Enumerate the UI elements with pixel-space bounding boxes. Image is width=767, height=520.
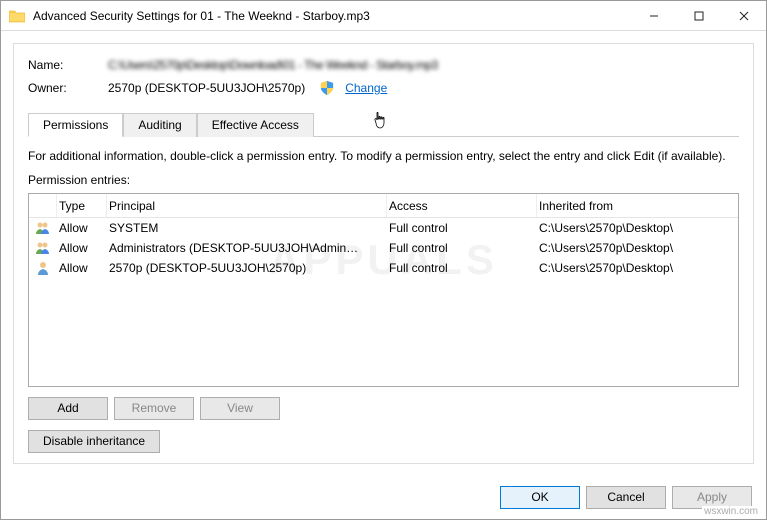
owner-row: Owner: 2570p (DESKTOP-5UU3JOH\2570p) Cha… (28, 80, 739, 96)
cell-access: Full control (387, 221, 537, 235)
disable-inheritance-button[interactable]: Disable inheritance (28, 430, 160, 453)
cell-access: Full control (387, 241, 537, 255)
cell-principal: Administrators (DESKTOP-5UU3JOH\Admin… (107, 241, 387, 255)
col-principal[interactable]: Principal (107, 194, 387, 217)
content-area: Name: C:\Users\2570p\Desktop\Download\01… (1, 31, 766, 476)
cell-type: Allow (57, 261, 107, 275)
folder-icon (9, 9, 25, 23)
ok-button[interactable]: OK (500, 486, 580, 509)
window-title: Advanced Security Settings for 01 - The … (33, 9, 631, 23)
cell-access: Full control (387, 261, 537, 275)
table-row[interactable]: Allow SYSTEM Full control C:\Users\2570p… (29, 218, 738, 238)
table-row[interactable]: Allow 2570p (DESKTOP-5UU3JOH\2570p) Full… (29, 258, 738, 278)
remove-button[interactable]: Remove (114, 397, 194, 420)
entries-header: Type Principal Access Inherited from (29, 194, 738, 218)
entry-buttons: Add Remove View (28, 397, 739, 420)
minimize-button[interactable] (631, 1, 676, 30)
add-button[interactable]: Add (28, 397, 108, 420)
tab-auditing[interactable]: Auditing (123, 113, 196, 137)
window-controls (631, 1, 766, 30)
col-inherited[interactable]: Inherited from (537, 194, 738, 217)
tab-permissions[interactable]: Permissions (28, 113, 123, 137)
cell-inherited: C:\Users\2570p\Desktop\ (537, 261, 738, 275)
view-button[interactable]: View (200, 397, 280, 420)
name-row: Name: C:\Users\2570p\Desktop\Download\01… (28, 58, 739, 72)
user-icon (29, 261, 57, 275)
owner-value: 2570p (DESKTOP-5UU3JOH\2570p) (108, 81, 305, 95)
cell-type: Allow (57, 241, 107, 255)
inner-panel: Name: C:\Users\2570p\Desktop\Download\01… (13, 43, 754, 464)
cell-principal: SYSTEM (107, 221, 387, 235)
cell-inherited: C:\Users\2570p\Desktop\ (537, 241, 738, 255)
owner-label: Owner: (28, 81, 108, 95)
name-value: C:\Users\2570p\Desktop\Download\01 - The… (108, 58, 438, 72)
permission-entries-list[interactable]: Type Principal Access Inherited from APP… (28, 193, 739, 387)
cell-type: Allow (57, 221, 107, 235)
security-settings-window: Advanced Security Settings for 01 - The … (0, 0, 767, 520)
tab-effective-access[interactable]: Effective Access (197, 113, 314, 137)
cell-principal: 2570p (DESKTOP-5UU3JOH\2570p) (107, 261, 387, 275)
col-type[interactable]: Type (57, 194, 107, 217)
maximize-button[interactable] (676, 1, 721, 30)
col-icon[interactable] (29, 194, 57, 217)
info-text: For additional information, double-click… (28, 149, 739, 163)
group-icon (29, 241, 57, 255)
close-button[interactable] (721, 1, 766, 30)
table-row[interactable]: Allow Administrators (DESKTOP-5UU3JOH\Ad… (29, 238, 738, 258)
entries-label: Permission entries: (28, 173, 739, 187)
tab-strip: Permissions Auditing Effective Access (28, 112, 739, 137)
change-owner-link[interactable]: Change (345, 81, 387, 95)
cancel-button[interactable]: Cancel (586, 486, 666, 509)
col-access[interactable]: Access (387, 194, 537, 217)
inheritance-buttons: Disable inheritance (28, 430, 739, 453)
cell-inherited: C:\Users\2570p\Desktop\ (537, 221, 738, 235)
name-label: Name: (28, 58, 108, 72)
dialog-buttons: OK Cancel Apply (1, 476, 766, 519)
titlebar: Advanced Security Settings for 01 - The … (1, 1, 766, 31)
source-watermark: wsxwin.com (702, 506, 760, 517)
group-icon (29, 221, 57, 235)
shield-icon (319, 80, 335, 96)
